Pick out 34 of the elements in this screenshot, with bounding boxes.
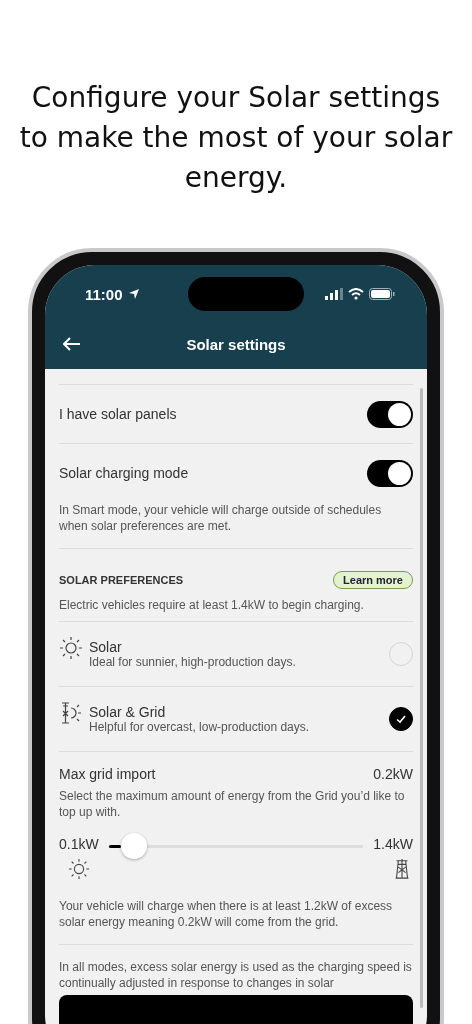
option-title: Solar & Grid [89,704,167,720]
slider-max-label: 1.4kW [373,836,413,852]
slider[interactable] [108,833,364,859]
setting-label: Solar charging mode [59,465,189,481]
slider-thumb[interactable] [121,833,148,859]
back-arrow-icon[interactable] [63,337,81,351]
screen-title: Solar settings [186,335,286,353]
option-description: Ideal for sunnier, high-production days. [89,655,297,669]
preferences-note: Electric vehicles require at least 1.4kW to begin charging. [59,597,365,613]
toggle-switch[interactable] [367,400,413,428]
mode-note: In Smart mode, your vehicle will charge outside of schedules when solar preferences are met. [59,502,383,534]
pylon-sun-icon [59,701,83,725]
setting-label: Max grid import [59,766,156,782]
section-heading: SOLAR PREFERENCES [59,574,184,586]
option-description: Helpful for overcast, low-production days. [89,720,311,734]
sun-icon [67,858,90,880]
grid-import-description: Select the maximum amount of energy from the Grid you’d like to top up with. [59,788,406,820]
sun-icon [59,636,83,660]
slider-min-label: 0.1kW [59,836,99,852]
setting-label: I have solar panels [59,406,177,422]
battery-icon [369,288,395,300]
wifi-icon [348,288,364,300]
headline: Configure your Solar settings to make the most of your solar energy. [18,80,454,196]
grid-explanation: Your vehicle will charge when there is at least 1.2kW of excess solar energy meaning 0.2kW will come from the grid. [59,898,394,930]
location-arrow-icon [127,288,140,300]
option-title: Solar [89,639,123,655]
checkmark-icon [395,713,407,725]
status-time: 11:00 [85,285,123,303]
setting-value: 0.2kW [373,766,413,782]
learn-more-button[interactable]: Learn more [333,571,413,589]
footer-note: In all modes, excess solar energy is used as the charging speed is continually adjusted in response to changes in solar [59,959,413,991]
signal-icon [325,288,343,300]
radio-button[interactable] [389,707,413,731]
toggle-switch[interactable] [367,459,413,487]
